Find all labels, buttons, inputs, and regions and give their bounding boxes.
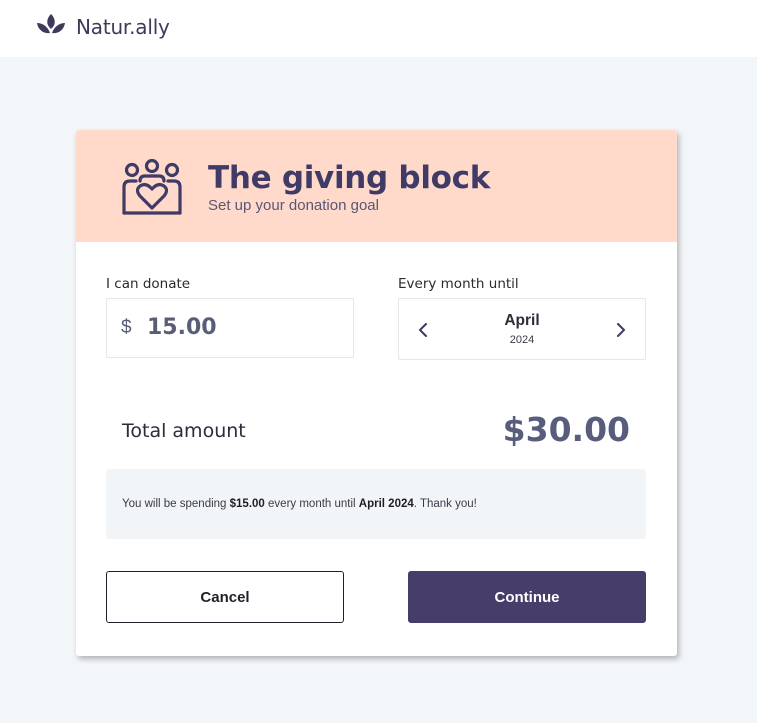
- card-header: The giving block Set up your donation go…: [76, 130, 677, 242]
- summary-prefix: You will be spending: [122, 498, 230, 510]
- period-label: Every month until: [398, 276, 519, 292]
- card-subtitle: Set up your donation goal: [208, 197, 379, 214]
- top-navigation-bar: Natur.ally: [0, 0, 757, 57]
- selected-month: April: [504, 312, 540, 329]
- continue-button[interactable]: Continue: [408, 571, 646, 623]
- total-amount-label: Total amount: [122, 420, 246, 442]
- donate-label: I can donate: [106, 276, 191, 292]
- chevron-right-icon: [617, 323, 625, 337]
- card-title: The giving block: [208, 160, 491, 196]
- summary-until: April 2024: [358, 498, 414, 510]
- summary-suffix: . Thank you!: [413, 498, 477, 510]
- summary-box: You will be spending $15.00 every month …: [106, 469, 646, 539]
- leaf-logo-icon: [37, 14, 65, 34]
- next-month-button[interactable]: [612, 320, 630, 340]
- donation-amount-input[interactable]: $ 15.00: [106, 298, 354, 358]
- total-amount-value: $30.00: [502, 410, 630, 449]
- donation-card: The giving block Set up your donation go…: [76, 130, 677, 656]
- donation-amount-value: 15.00: [147, 315, 217, 340]
- summary-text: You will be spending $15.00 every month …: [122, 498, 477, 510]
- month-selector: April 2024: [398, 298, 646, 360]
- people-heart-icon: [122, 159, 182, 215]
- brand-name: Natur.ally: [76, 15, 170, 39]
- summary-amount: $15.00: [229, 498, 265, 510]
- cancel-button[interactable]: Cancel: [106, 571, 344, 623]
- summary-middle: every month until: [264, 498, 359, 510]
- currency-symbol: $: [121, 317, 132, 338]
- brand-logo[interactable]: Natur.ally: [36, 12, 170, 42]
- selected-year: 2024: [509, 334, 535, 346]
